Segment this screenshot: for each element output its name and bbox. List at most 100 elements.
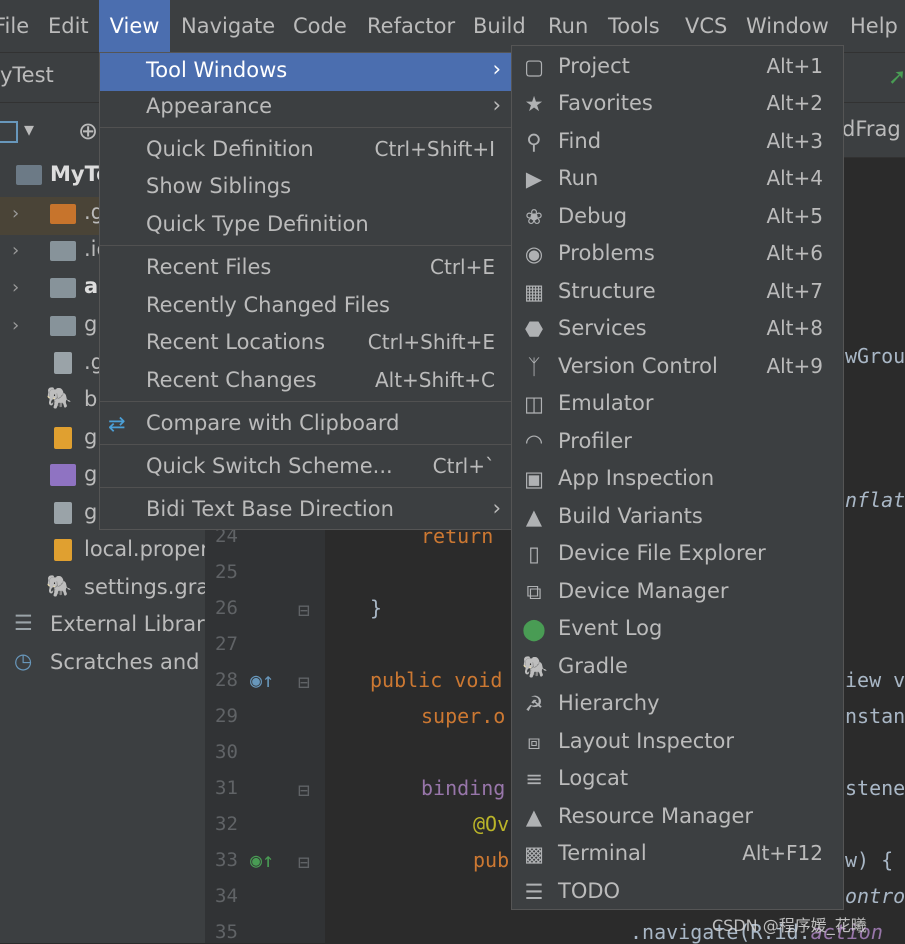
menu-item-compare-with-clipboard[interactable]: ⇄ Compare with Clipboard (100, 406, 511, 444)
menu-item-recent-locations[interactable]: Recent Locations Ctrl+Shift+E (100, 325, 511, 363)
menu-item-show-siblings[interactable]: Show Siblings (100, 169, 511, 207)
menu-code[interactable]: Code (293, 0, 347, 52)
tool-window-resource-manager[interactable]: ▲ Resource Manager (512, 799, 843, 836)
menu-separator (100, 127, 511, 128)
menu-item-quick-definition[interactable]: Quick Definition Ctrl+Shift+I (100, 132, 511, 170)
list-icon: ☰ (524, 880, 544, 904)
menu-item-recent-files[interactable]: Recent Files Ctrl+E (100, 250, 511, 288)
tool-window-version-control[interactable]: ᛉ Version Control Alt+9 (512, 349, 843, 386)
locate-file-icon[interactable]: ⊕ (78, 117, 98, 145)
menu-navigate[interactable]: Navigate (181, 0, 275, 52)
module-folder-icon (50, 278, 76, 298)
chevron-right-icon[interactable]: › (12, 203, 19, 224)
menu-item-recent-changes[interactable]: Recent Changes Alt+Shift+C (100, 363, 511, 401)
code-fragment-right: nflate (845, 488, 905, 512)
chevron-right-icon[interactable]: › (12, 240, 19, 261)
tool-window-structure[interactable]: ▦ Structure Alt+7 (512, 274, 843, 311)
logcat-icon: ≡ (525, 767, 543, 791)
chevron-right-icon: › (492, 496, 501, 520)
tree-item-scratches[interactable]: Scratches and C (50, 650, 221, 674)
line-number: 25 (215, 561, 238, 583)
tool-window-event-log[interactable]: ⬤ Event Log (512, 611, 843, 648)
elephant-icon: 🐘 (522, 655, 549, 679)
tool-window-find[interactable]: ⚲ Find Alt+3 (512, 124, 843, 161)
chevron-right-icon[interactable]: › (12, 315, 19, 336)
tool-window-build-variants[interactable]: ▲ Build Variants (512, 499, 843, 536)
menu-item-quick-type-definition[interactable]: Quick Type Definition (100, 207, 511, 245)
folder-icon (50, 241, 76, 261)
android-icon: ▲ (525, 505, 543, 529)
menu-edit[interactable]: Edit (48, 0, 89, 52)
chevron-right-icon[interactable]: › (12, 277, 19, 298)
tree-item-local-properties[interactable]: local.proper (84, 537, 209, 561)
tool-window-run[interactable]: ▶ Run Alt+4 (512, 161, 843, 198)
hierarchy-icon: ☭ (524, 692, 544, 716)
fold-icon[interactable]: ⊟ (298, 598, 310, 622)
implement-gutter-icon[interactable]: ◉↑ (250, 848, 274, 872)
fold-icon[interactable]: ⊟ (298, 850, 310, 874)
line-number: 33 (215, 849, 238, 871)
build-arrow-icon[interactable]: ➚ (888, 65, 905, 90)
code-brace: } (370, 596, 383, 620)
menu-separator (100, 401, 511, 402)
chevron-right-icon: › (492, 57, 501, 81)
text-file-icon (54, 502, 72, 524)
code-fragment-right: ontrol (845, 884, 905, 908)
menu-help[interactable]: Help (850, 0, 898, 52)
project-view-icon[interactable] (0, 121, 18, 143)
tool-window-app-inspection[interactable]: ▣ App Inspection (512, 461, 843, 498)
menu-refactor[interactable]: Refactor (367, 0, 455, 52)
line-number: 29 (215, 705, 238, 727)
tool-window-device-manager[interactable]: ⧉ Device Manager (512, 574, 843, 611)
tool-window-favorites[interactable]: ★ Favorites Alt+2 (512, 86, 843, 123)
properties-file-icon (54, 427, 72, 449)
menu-view[interactable]: View (99, 0, 170, 52)
line-number: 27 (215, 633, 238, 655)
code-pub: pub (473, 848, 510, 872)
menu-item-bidi-text-base-direction[interactable]: Bidi Text Base Direction › (100, 492, 511, 530)
tool-window-profiler[interactable]: ◠ Profiler (512, 424, 843, 461)
tool-window-layout-inspector[interactable]: ⧈ Layout Inspector (512, 724, 843, 761)
tool-window-terminal[interactable]: ▩ Terminal Alt+F12 (512, 836, 843, 873)
tool-window-debug[interactable]: ❀ Debug Alt+5 (512, 199, 843, 236)
module-folder-icon (16, 165, 42, 185)
tool-window-todo[interactable]: ☰ TODO (512, 874, 843, 911)
chevron-right-icon: › (492, 93, 501, 117)
tool-window-emulator[interactable]: ◫ Emulator (512, 386, 843, 423)
code-override: @Ov (473, 812, 510, 836)
tool-window-project[interactable]: ▢ Project Alt+1 (512, 49, 843, 86)
editor-tab-partial[interactable]: dFrag (842, 117, 901, 141)
star-icon: ★ (524, 92, 544, 116)
project-name[interactable]: yTest (0, 63, 54, 87)
folder-icon: ▢ (524, 55, 544, 79)
menu-item-tool-windows[interactable]: Tool Windows › (100, 53, 511, 91)
gradle-file-icon: 🐘 (46, 574, 73, 598)
tree-item-settings-gradle[interactable]: settings.grac (84, 575, 221, 599)
tool-window-device-file-explorer[interactable]: ▯ Device File Explorer (512, 536, 843, 573)
cpp-file-icon (50, 464, 76, 486)
code-fragment-right: wGroup (845, 344, 905, 368)
tool-window-hierarchy[interactable]: ☭ Hierarchy (512, 686, 843, 723)
terminal-icon: ▩ (524, 842, 544, 866)
view-options-dropdown[interactable]: ▾ (24, 117, 34, 141)
tool-window-logcat[interactable]: ≡ Logcat (512, 761, 843, 798)
override-gutter-icon[interactable]: ◉↑ (250, 668, 274, 692)
scratches-icon: ◷ (14, 649, 33, 673)
tool-window-services[interactable]: ⬣ Services Alt+8 (512, 311, 843, 348)
tool-window-gradle[interactable]: 🐘 Gradle (512, 649, 843, 686)
line-number: 34 (215, 885, 238, 907)
menu-item-quick-switch-scheme[interactable]: Quick Switch Scheme... Ctrl+` (100, 449, 511, 487)
menu-file[interactable]: File (0, 0, 29, 52)
tree-item-external-libraries[interactable]: External Librarie (50, 612, 224, 636)
fold-icon[interactable]: ⊟ (298, 670, 310, 694)
layout-inspector-icon: ⧈ (527, 730, 541, 754)
compare-clipboard-icon: ⇄ (108, 412, 126, 436)
tool-window-problems[interactable]: ◉ Problems Alt+6 (512, 236, 843, 273)
line-number: 28 (215, 669, 238, 691)
play-icon: ▶ (525, 167, 543, 191)
menu-item-appearance[interactable]: Appearance › (100, 89, 511, 127)
menu-item-recently-changed-files[interactable]: Recently Changed Files (100, 288, 511, 326)
code-fragment-right: w) { (845, 848, 894, 872)
fold-icon[interactable]: ⊟ (298, 778, 310, 802)
gauge-icon: ◠ (524, 430, 544, 454)
